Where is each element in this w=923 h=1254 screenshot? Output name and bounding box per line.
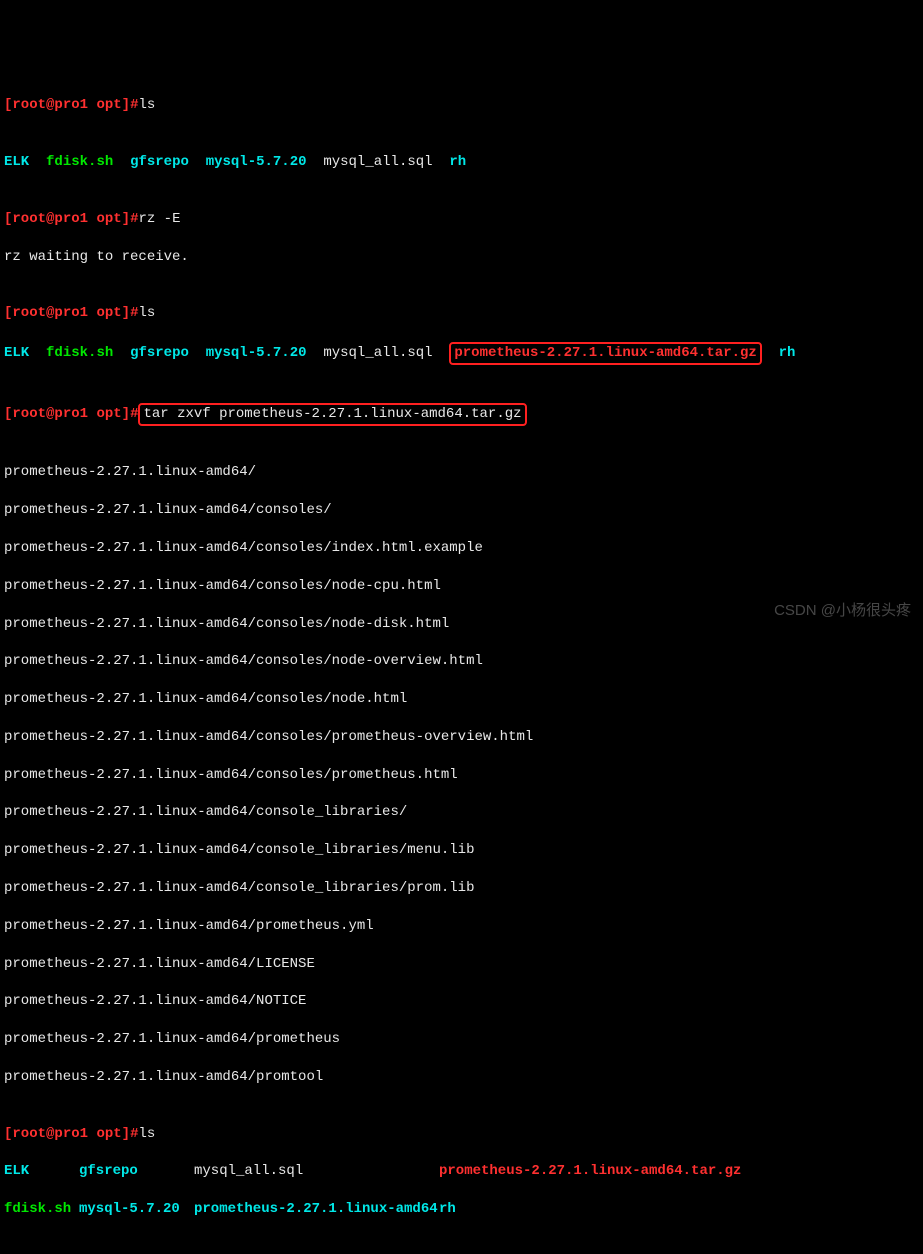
terminal-line: [root@pro1 opt]#tar zxvf prometheus-2.27… bbox=[4, 403, 919, 426]
output-text: prometheus-2.27.1.linux-amd64/NOTICE bbox=[4, 992, 919, 1011]
output-text: prometheus-2.27.1.linux-amd64/consoles/i… bbox=[4, 539, 919, 558]
output-text: prometheus-2.27.1.linux-amd64/ bbox=[4, 463, 919, 482]
output-text: prometheus-2.27.1.linux-amd64/consoles/p… bbox=[4, 766, 919, 785]
output-text: prometheus-2.27.1.linux-amd64/console_li… bbox=[4, 841, 919, 860]
output-text: prometheus-2.27.1.linux-amd64/consoles/ bbox=[4, 501, 919, 520]
highlight-box: tar zxvf prometheus-2.27.1.linux-amd64.t… bbox=[138, 403, 526, 426]
command-text[interactable]: ls bbox=[138, 97, 155, 113]
output-text: prometheus-2.27.1.linux-amd64/console_li… bbox=[4, 803, 919, 822]
terminal-line: [root@pro1 opt]#rz -E bbox=[4, 210, 919, 229]
output-text: prometheus-2.27.1.linux-amd64/consoles/n… bbox=[4, 577, 919, 596]
terminal-line: [root@pro1 opt]#ls bbox=[4, 1125, 919, 1144]
output-text: rz waiting to receive. bbox=[4, 248, 919, 267]
command-text[interactable]: ls bbox=[138, 1126, 155, 1142]
command-text[interactable]: tar zxvf prometheus-2.27.1.linux-amd64.t… bbox=[143, 406, 521, 422]
terminal-line: [root@pro1 opt]#ls bbox=[4, 304, 919, 323]
ls-output: ELKgfsrepomysql_all.sqlprometheus-2.27.1… bbox=[4, 1162, 919, 1181]
output-text: prometheus-2.27.1.linux-amd64/LICENSE bbox=[4, 955, 919, 974]
output-text: prometheus-2.27.1.linux-amd64/prometheus… bbox=[4, 917, 919, 936]
output-text: prometheus-2.27.1.linux-amd64/consoles/p… bbox=[4, 728, 919, 747]
command-text[interactable]: rz -E bbox=[138, 211, 180, 227]
output-text: prometheus-2.27.1.linux-amd64/consoles/n… bbox=[4, 652, 919, 671]
ls-output: ELK fdisk.sh gfsrepo mysql-5.7.20 mysql_… bbox=[4, 342, 919, 365]
output-text: prometheus-2.27.1.linux-amd64/prometheus bbox=[4, 1030, 919, 1049]
prompt: [root@pro1 opt]# bbox=[4, 97, 138, 113]
ls-output: ELK fdisk.sh gfsrepo mysql-5.7.20 mysql_… bbox=[4, 153, 919, 172]
output-text: prometheus-2.27.1.linux-amd64/console_li… bbox=[4, 879, 919, 898]
terminal-line: [root@pro1 opt]#ls bbox=[4, 96, 919, 115]
output-text: prometheus-2.27.1.linux-amd64/consoles/n… bbox=[4, 615, 919, 634]
command-text[interactable]: ls bbox=[138, 305, 155, 321]
highlight-box: prometheus-2.27.1.linux-amd64.tar.gz bbox=[449, 342, 761, 365]
ls-output: fdisk.shmysql-5.7.20prometheus-2.27.1.li… bbox=[4, 1200, 919, 1219]
output-text: prometheus-2.27.1.linux-amd64/promtool bbox=[4, 1068, 919, 1087]
output-text: prometheus-2.27.1.linux-amd64/consoles/n… bbox=[4, 690, 919, 709]
